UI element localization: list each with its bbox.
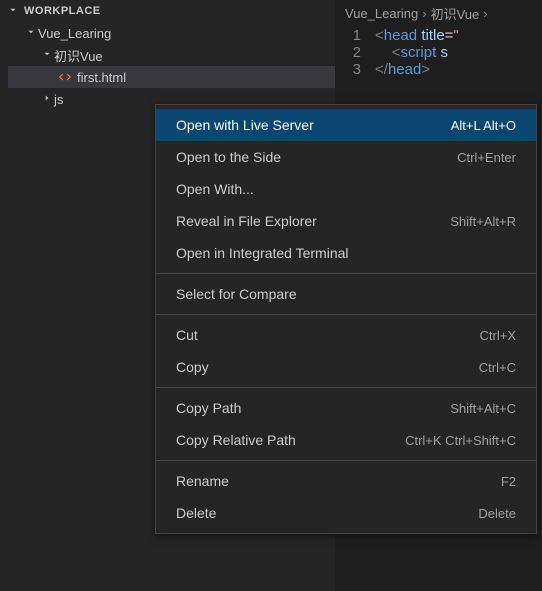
chevron-down-icon [26,26,38,40]
menu-item-shortcut: Ctrl+X [480,328,516,343]
section-title: WORKPLACE [24,5,101,17]
line-content: <head title=" [375,27,459,44]
menu-item-shortcut: F2 [501,474,516,489]
menu-item-shortcut: Delete [478,506,516,521]
line-number: 2 [335,44,375,61]
menu-item[interactable]: Open to the Side Ctrl+Enter [156,141,536,173]
line-content: </head> [375,61,430,78]
menu-item[interactable]: Open With... [156,173,536,205]
menu-separator [156,273,536,274]
file-item[interactable]: first.html [8,66,335,88]
menu-separator [156,460,536,461]
workspace-header[interactable]: WORKPLACE [0,0,335,22]
menu-item[interactable]: Open with Live Server Alt+L Alt+O [156,109,536,141]
menu-item-shortcut: Alt+L Alt+O [451,118,516,133]
line-number: 3 [335,61,375,78]
line-content: <script s [375,44,448,61]
breadcrumb-separator: › [483,6,487,21]
chevron-right-icon [42,92,54,106]
menu-item[interactable]: Rename F2 [156,465,536,497]
chevron-down-icon [42,48,54,62]
chevron-down-icon [8,4,20,18]
breadcrumb-part[interactable]: Vue_Learing [345,6,418,21]
menu-item[interactable]: Cut Ctrl+X [156,319,536,351]
menu-item-label: Copy Path [176,400,241,416]
menu-item-shortcut: Ctrl+C [479,360,516,375]
breadcrumb-part[interactable]: 初识Vue [431,4,480,23]
menu-item-label: Open in Integrated Terminal [176,245,349,261]
menu-item-label: Reveal in File Explorer [176,213,317,229]
tree-item-label: 初识Vue [54,46,103,65]
menu-item-shortcut: Shift+Alt+C [450,401,516,416]
menu-item-label: Rename [176,473,229,489]
code-line[interactable]: 3</head> [335,61,542,78]
menu-item[interactable]: Copy Ctrl+C [156,351,536,383]
menu-item-label: Open With... [176,181,254,197]
menu-item-label: Copy Relative Path [176,432,296,448]
breadcrumb-separator: › [422,6,426,21]
menu-item-label: Open to the Side [176,149,281,165]
menu-item[interactable]: Copy Relative Path Ctrl+K Ctrl+Shift+C [156,424,536,456]
breadcrumb[interactable]: Vue_Learing›初识Vue› [335,0,542,27]
tree-item-label: first.html [77,70,126,85]
menu-item-label: Open with Live Server [176,117,314,133]
folder-item[interactable]: Vue_Learing [8,22,335,44]
menu-item[interactable]: Open in Integrated Terminal [156,237,536,269]
menu-item[interactable]: Reveal in File Explorer Shift+Alt+R [156,205,536,237]
file-tree: Vue_Learing 初识Vue first.html js [0,22,335,110]
menu-item-label: Delete [176,505,216,521]
folder-item[interactable]: 初识Vue [8,44,335,66]
menu-item-label: Copy [176,359,209,375]
menu-item-label: Select for Compare [176,286,297,302]
menu-separator [156,387,536,388]
context-menu: Open with Live Server Alt+L Alt+O Open to … [155,104,537,534]
line-number: 1 [335,27,375,44]
menu-item[interactable]: Delete Delete [156,497,536,529]
tree-item-label: Vue_Learing [38,26,111,41]
code-line[interactable]: 2 <script s [335,44,542,61]
tree-item-label: js [54,92,63,107]
html-file-icon [58,70,72,84]
menu-item-shortcut: Ctrl+Enter [457,150,516,165]
menu-item-shortcut: Ctrl+K Ctrl+Shift+C [405,433,516,448]
menu-item-shortcut: Shift+Alt+R [450,214,516,229]
code-view[interactable]: 1<head title="2 <script s3</head> [335,27,542,78]
menu-item[interactable]: Select for Compare [156,278,536,310]
menu-separator [156,314,536,315]
menu-item-label: Cut [176,327,198,343]
menu-item[interactable]: Copy Path Shift+Alt+C [156,392,536,424]
code-line[interactable]: 1<head title=" [335,27,542,44]
